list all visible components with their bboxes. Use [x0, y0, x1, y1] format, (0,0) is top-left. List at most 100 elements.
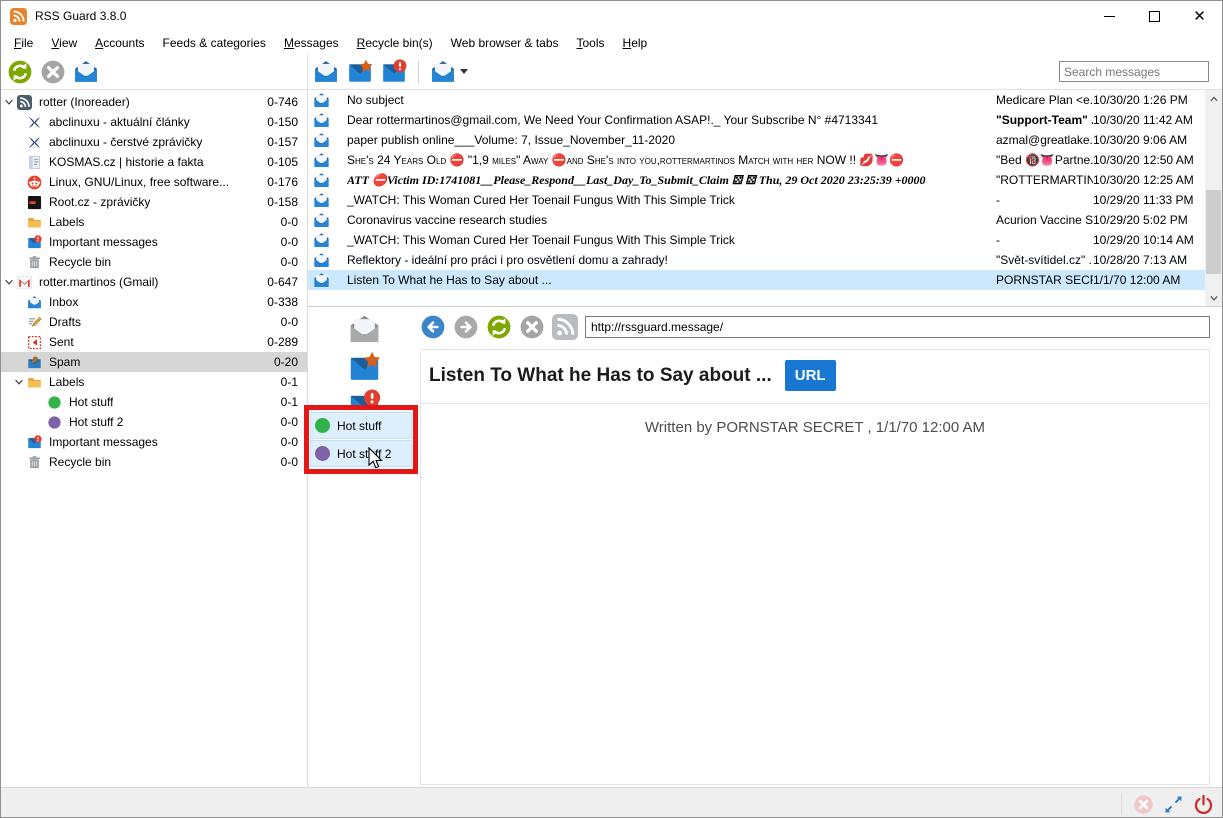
scrollbar-thumb[interactable] — [1206, 190, 1221, 274]
nav-forward-icon — [453, 314, 479, 340]
close-button[interactable]: ✕ — [1177, 1, 1222, 31]
message-date: 10/30/20 1:26 PM — [1093, 93, 1205, 107]
envelope-open-blue-icon — [313, 252, 330, 269]
message-actions-dropdown[interactable] — [430, 59, 468, 85]
app-logo-rss-icon — [10, 8, 27, 25]
message-author: azmal@greatlake... — [996, 133, 1093, 147]
message-row[interactable]: No subjectMedicare Plan <e...10/30/20 1:… — [308, 90, 1205, 110]
menu-accounts[interactable]: Accounts — [86, 33, 153, 53]
scroll-up-icon[interactable] — [1205, 90, 1222, 107]
message-author: "Support-Team" ... — [996, 113, 1093, 127]
feed-label: Important messages — [49, 235, 158, 249]
label-item-hot-stuff[interactable]: Hot stuff — [310, 412, 412, 439]
feed-row-drafts[interactable]: Drafts0-0 — [1, 312, 307, 332]
message-author: "Bed 🔞👅Partne... — [996, 153, 1093, 167]
message-row[interactable]: She's 24 Years Old ⛔ "1,9 miles" Away ⛔a… — [308, 150, 1205, 170]
expander-chevron-down-icon[interactable] — [11, 376, 27, 388]
feed-row-hot-stuff-2[interactable]: Hot stuff 20-0 — [1, 412, 307, 432]
expander-chevron-down-icon[interactable] — [1, 276, 17, 288]
back-button[interactable] — [420, 314, 446, 340]
message-row[interactable]: Dear rottermartinos@gmail.com, We Need Y… — [308, 110, 1205, 130]
feed-row-rotter-inoreader[interactable]: rotter (Inoreader)0-746 — [1, 92, 307, 112]
message-subject: She's 24 Years Old ⛔ "1,9 miles" Away ⛔a… — [347, 153, 996, 167]
label-color-dot-icon — [315, 418, 330, 433]
search-input[interactable] — [1059, 61, 1209, 82]
feed-row-important-messages[interactable]: Important messages0-0 — [1, 432, 307, 452]
feed-label: Sent — [49, 335, 74, 349]
feed-row-recycle-bin[interactable]: Recycle bin0-0 — [1, 452, 307, 472]
menu-tools[interactable]: Tools — [568, 33, 614, 53]
menu-help[interactable]: Help — [614, 33, 657, 53]
message-row[interactable]: Listen To What he Has to Say about ...PO… — [308, 270, 1205, 290]
envelope-open-blue-icon — [313, 272, 330, 289]
menu-recycle-bin-s[interactable]: Recycle bin(s) — [348, 33, 442, 53]
feed-row-spam[interactable]: Spam0-20 — [1, 352, 307, 372]
feed-label: Hot stuff — [69, 395, 113, 409]
feed-row-rotter-martinos-gmail[interactable]: rotter.martinos (Gmail)0-647 — [1, 272, 307, 292]
statusbar-buttons — [1133, 794, 1214, 815]
feed-count: 0-150 — [267, 115, 307, 129]
feed-row-inbox[interactable]: Inbox0-338 — [1, 292, 307, 312]
label-item-hot-stuff-2[interactable]: Hot stuff 2 — [310, 440, 412, 467]
mark-unread-button[interactable] — [381, 59, 407, 85]
feed-label: Linux, GNU/Linux, free software... — [49, 175, 229, 189]
message-list-scrollbar[interactable] — [1205, 90, 1222, 306]
message-row[interactable]: paper publish online___Volume: 7, Issue_… — [308, 130, 1205, 150]
feed-row-abclinuxu-aktu-ln-l-nky[interactable]: abclinuxu - aktuální články0-150 — [1, 112, 307, 132]
message-row[interactable]: Coronavirus vaccine research studiesAcur… — [308, 210, 1205, 230]
message-date: 1/1/70 12:00 AM — [1093, 273, 1205, 287]
feed-row-labels[interactable]: Labels0-0 — [1, 212, 307, 232]
feed-row-recycle-bin[interactable]: Recycle bin0-0 — [1, 252, 307, 272]
power-icon — [1193, 794, 1214, 815]
feed-label: Labels — [49, 375, 84, 389]
feed-row-root-cz-zpr-vi-ky[interactable]: Root.cz - zprávičky0-158 — [1, 192, 307, 212]
minimize-button[interactable] — [1087, 1, 1132, 31]
feed-list: rotter (Inoreader)0-746abclinuxu - aktuá… — [1, 90, 308, 787]
message-row[interactable]: _WATCH: This Woman Cured Her Toenail Fun… — [308, 190, 1205, 210]
feed-count: 0-176 — [267, 175, 307, 189]
mark-important-button[interactable] — [347, 59, 373, 85]
message-row[interactable]: Reflektory - ideální pro práci i pro osv… — [308, 250, 1205, 270]
article-url-button[interactable]: URL — [785, 360, 836, 391]
feed-row-sent[interactable]: Sent0-289 — [1, 332, 307, 352]
stop-loading-button[interactable] — [519, 314, 545, 340]
expander-chevron-down-icon[interactable] — [1, 96, 17, 108]
message-row[interactable]: ATT ⛔Victim ID:1741081__Please_Respond__… — [308, 170, 1205, 190]
forward-button[interactable] — [453, 314, 479, 340]
stop-gray-icon — [40, 59, 66, 85]
fullscreen-button[interactable] — [1163, 794, 1184, 815]
feed-row-important-messages[interactable]: Important messages0-0 — [1, 232, 307, 252]
message-author: PORNSTAR SECR... — [996, 273, 1093, 287]
mark-feed-read-button[interactable] — [73, 59, 99, 85]
feed-row-kosmas-cz-historie-a-fakta[interactable]: KOSMAS.cz | historie a fakta0-105 — [1, 152, 307, 172]
envelope-open-gray-icon — [348, 313, 381, 346]
stop-update-button[interactable] — [40, 59, 66, 85]
reddit-icon — [27, 175, 42, 190]
menu-file[interactable]: File — [5, 33, 42, 53]
feed-row-hot-stuff[interactable]: Hot stuff0-1 — [1, 392, 307, 412]
maximize-button[interactable] — [1132, 1, 1177, 31]
feed-source-button[interactable] — [552, 314, 578, 340]
feed-row-abclinuxu-erstv-zpr-vi-ky[interactable]: abclinuxu - čerstvé zprávičky0-157 — [1, 132, 307, 152]
reload-button[interactable] — [486, 314, 512, 340]
browser-toolbar — [420, 314, 1210, 340]
menu-view[interactable]: View — [42, 33, 86, 53]
menu-web-browser-tabs[interactable]: Web browser & tabs — [442, 33, 568, 53]
dot-purple-icon — [47, 415, 62, 430]
envelope-star-icon — [347, 59, 373, 85]
update-feeds-button[interactable] — [7, 59, 33, 85]
feed-row-labels[interactable]: Labels0-1 — [1, 372, 307, 392]
feed-label: Drafts — [49, 315, 81, 329]
envelope-open-blue-icon — [313, 172, 330, 189]
quit-button[interactable] — [1193, 794, 1214, 815]
envelope-star-icon — [348, 351, 381, 384]
menu-feeds-categories[interactable]: Feeds & categories — [154, 33, 275, 53]
url-input[interactable] — [585, 316, 1210, 338]
envelope-open-blue-icon — [313, 232, 330, 249]
rail-mark-important-button[interactable] — [348, 351, 381, 384]
message-row[interactable]: _WATCH: This Woman Cured Her Toenail Fun… — [308, 230, 1205, 250]
mark-message-read-button[interactable] — [313, 59, 339, 85]
scroll-down-icon[interactable] — [1205, 289, 1222, 306]
menu-messages[interactable]: Messages — [275, 33, 348, 53]
feed-row-linux-gnu-linux-free-software[interactable]: Linux, GNU/Linux, free software... 0-176 — [1, 172, 307, 192]
